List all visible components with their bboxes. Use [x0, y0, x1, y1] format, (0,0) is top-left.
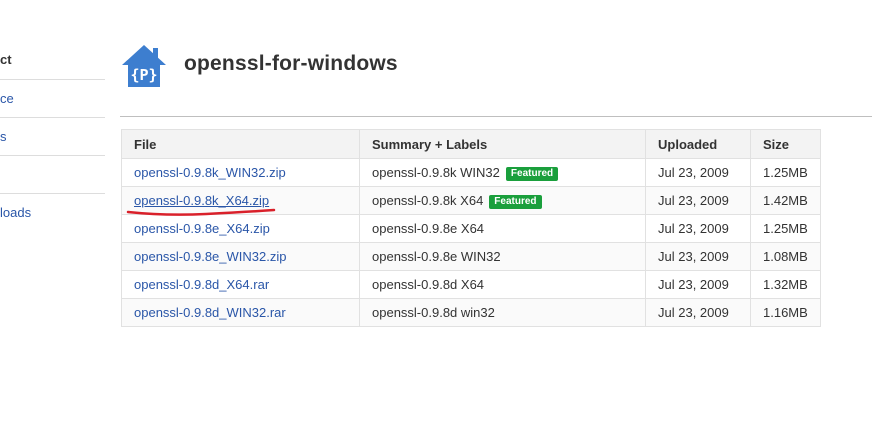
file-link[interactable]: openssl-0.9.8k_WIN32.zip: [134, 165, 286, 180]
project-house-logo-icon: {P}: [122, 45, 166, 87]
file-cell: openssl-0.9.8d_X64.rar: [121, 270, 360, 299]
sidebar-item-source[interactable]: ce: [0, 80, 105, 118]
sidebar-item-blank[interactable]: [0, 156, 105, 194]
size-cell: 1.16MB: [750, 298, 821, 327]
downloads-table: File Summary + Labels Uploaded Size open…: [121, 129, 821, 327]
table-row: openssl-0.9.8k_WIN32.zip openssl-0.9.8k …: [121, 158, 821, 187]
sidebar: ct ce s loads: [0, 40, 105, 232]
header-divider: [120, 116, 872, 117]
column-header-size[interactable]: Size: [750, 129, 821, 159]
summary-text: openssl-0.9.8e WIN32: [372, 249, 501, 264]
summary-text: openssl-0.9.8d win32: [372, 305, 495, 320]
size-cell: 1.42MB: [750, 186, 821, 215]
file-cell: openssl-0.9.8k_WIN32.zip: [121, 158, 360, 187]
summary-cell: openssl-0.9.8e WIN32: [359, 242, 646, 271]
size-cell: 1.08MB: [750, 242, 821, 271]
red-underline-annotation: [126, 208, 276, 216]
table-row: openssl-0.9.8e_WIN32.zip openssl-0.9.8e …: [121, 242, 821, 271]
summary-text: openssl-0.9.8d X64: [372, 277, 485, 292]
table-header-row: File Summary + Labels Uploaded Size: [121, 129, 821, 159]
uploaded-cell: Jul 23, 2009: [645, 186, 751, 215]
table-row: openssl-0.9.8d_X64.rar openssl-0.9.8d X6…: [121, 270, 821, 299]
table-row: openssl-0.9.8e_X64.zip openssl-0.9.8e X6…: [121, 214, 821, 243]
size-cell: 1.25MB: [750, 158, 821, 187]
uploaded-cell: Jul 23, 2009: [645, 158, 751, 187]
summary-cell: openssl-0.9.8d X64: [359, 270, 646, 299]
file-link[interactable]: openssl-0.9.8d_X64.rar: [134, 277, 269, 292]
featured-badge[interactable]: Featured: [505, 166, 559, 181]
sidebar-item-issues[interactable]: s: [0, 118, 105, 156]
file-link[interactable]: openssl-0.9.8e_WIN32.zip: [134, 249, 286, 264]
column-header-uploaded[interactable]: Uploaded: [645, 129, 751, 159]
logo-glyph: {P}: [130, 66, 157, 84]
summary-text: openssl-0.9.8k X64: [372, 192, 484, 208]
summary-cell: openssl-0.9.8k WIN32 Featured: [359, 158, 646, 187]
column-header-file[interactable]: File: [121, 129, 360, 159]
summary-text: openssl-0.9.8e X64: [372, 221, 485, 236]
uploaded-cell: Jul 23, 2009: [645, 242, 751, 271]
size-cell: 1.32MB: [750, 270, 821, 299]
table-row: openssl-0.9.8d_WIN32.rar openssl-0.9.8d …: [121, 298, 821, 327]
sidebar-item-downloads[interactable]: loads: [0, 194, 105, 232]
summary-text: openssl-0.9.8k WIN32: [372, 164, 500, 180]
summary-cell: openssl-0.9.8k X64 Featured: [359, 186, 646, 215]
file-cell: openssl-0.9.8d_WIN32.rar: [121, 298, 360, 327]
file-cell: openssl-0.9.8e_X64.zip: [121, 214, 360, 243]
summary-cell: openssl-0.9.8e X64: [359, 214, 646, 243]
featured-badge[interactable]: Featured: [489, 194, 542, 209]
project-title: openssl-for-windows: [184, 52, 398, 75]
uploaded-cell: Jul 23, 2009: [645, 298, 751, 327]
sidebar-item-project[interactable]: ct: [0, 40, 105, 80]
summary-cell: openssl-0.9.8d win32: [359, 298, 646, 327]
file-link[interactable]: openssl-0.9.8d_WIN32.rar: [134, 305, 286, 320]
file-cell: openssl-0.9.8e_WIN32.zip: [121, 242, 360, 271]
uploaded-cell: Jul 23, 2009: [645, 214, 751, 243]
uploaded-cell: Jul 23, 2009: [645, 270, 751, 299]
column-header-summary[interactable]: Summary + Labels: [359, 129, 646, 159]
size-cell: 1.25MB: [750, 214, 821, 243]
file-link[interactable]: openssl-0.9.8e_X64.zip: [134, 221, 270, 236]
